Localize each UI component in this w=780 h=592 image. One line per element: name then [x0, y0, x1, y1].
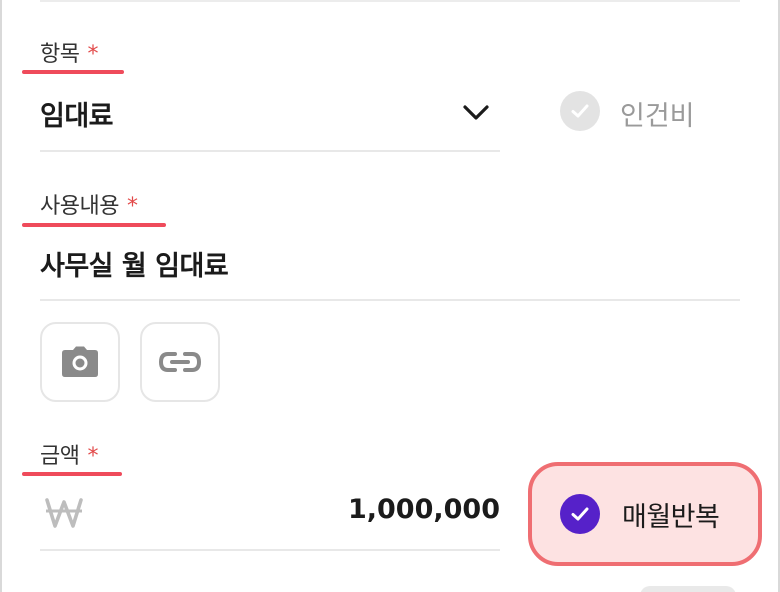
- required-mark: *: [126, 194, 138, 219]
- amount-input[interactable]: 1,000,000: [348, 494, 500, 525]
- required-mark: *: [87, 444, 98, 469]
- amount-label: 금액 *: [40, 438, 98, 470]
- camera-button[interactable]: [40, 322, 120, 402]
- category-label-text: 항목: [40, 42, 80, 67]
- frame-left-border: [0, 0, 2, 592]
- link-icon: [158, 352, 202, 372]
- category-divider: [40, 150, 500, 152]
- description-divider: [40, 299, 740, 301]
- partial-toggle[interactable]: [640, 586, 736, 592]
- description-label: 사용내용 *: [40, 188, 138, 220]
- monthly-repeat-toggle[interactable]: 매월반복: [528, 462, 762, 566]
- chevron-down-icon[interactable]: [460, 96, 492, 128]
- labor-cost-label[interactable]: 인건비: [620, 94, 695, 133]
- category-label-underline: [22, 70, 124, 74]
- labor-cost-checkbox[interactable]: [560, 91, 600, 131]
- amount-divider: [40, 549, 500, 551]
- description-label-text: 사용내용: [40, 194, 119, 219]
- checked-circle-icon: [560, 494, 600, 534]
- check-icon: [571, 507, 589, 521]
- required-mark: *: [87, 42, 98, 67]
- link-button[interactable]: [140, 322, 220, 402]
- monthly-repeat-label: 매월반복: [622, 501, 720, 533]
- top-divider: [40, 0, 740, 2]
- description-input[interactable]: 사무실 월 임대료: [40, 244, 229, 283]
- category-label: 항목 *: [40, 36, 98, 68]
- amount-label-text: 금액: [40, 444, 80, 469]
- camera-icon: [62, 346, 98, 377]
- description-label-underline: [22, 223, 166, 227]
- won-icon: [45, 498, 83, 528]
- check-icon: [571, 104, 589, 118]
- category-select-value[interactable]: 임대료: [40, 94, 114, 133]
- amount-label-underline: [22, 472, 122, 476]
